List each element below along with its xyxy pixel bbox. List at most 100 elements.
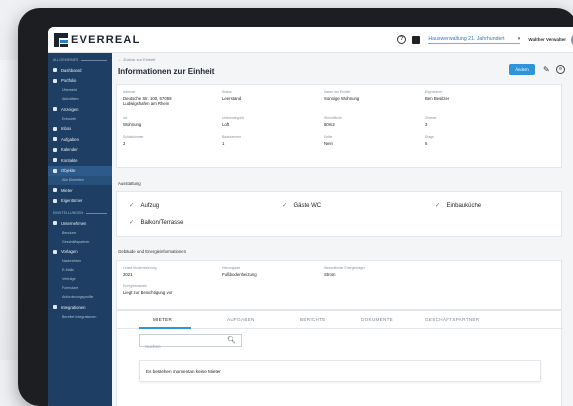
field-label: Name der Einheit <box>324 90 351 94</box>
everreal-logo[interactable]: EVERREAL <box>54 32 141 47</box>
owner-icon <box>53 198 57 203</box>
sidebar-item-aufgaben[interactable]: Aufgaben <box>48 134 112 145</box>
field-label: Heizungsart <box>222 266 241 270</box>
sidebar-subitem-emails[interactable]: E-Mails <box>48 266 112 275</box>
field-label: Keller <box>324 135 333 139</box>
field-label: Wesentlicher Energieträger <box>324 266 366 270</box>
chevron-down-icon: ▾ <box>517 35 521 42</box>
sidebar-section-general: ALLGEMEINES <box>48 53 112 65</box>
check-icon: ✓ <box>129 219 135 226</box>
sidebar-subitem-uebersicht[interactable]: Übersicht <box>48 86 112 95</box>
sidebar-item-kalender[interactable]: Kalender <box>48 145 112 156</box>
tab-aufgaben[interactable]: AUFGABEN <box>227 317 255 322</box>
field-value: Liegt zur Besichtigung vor <box>123 290 173 295</box>
building-card: Letzte Modernisierung 2021 Heizungsart F… <box>116 260 562 310</box>
field-label: Schlafzimmer <box>123 135 144 139</box>
field-value: Ben Besitzer <box>425 96 450 101</box>
sidebar-subitem-alle-einheiten[interactable]: Alle Einheiten <box>48 176 112 185</box>
sidebar-subitem-nachrichten[interactable]: Nachrichten <box>48 257 112 266</box>
search-icon[interactable]: 🔍︎ <box>227 336 236 344</box>
sidebar-item-unternehmen[interactable]: Unternehmen <box>48 218 112 229</box>
main-content: ← Zurück zur Einheit Informationen zur E… <box>112 53 573 406</box>
tab-bar: MIETER AUFGABEN BERICHTE DOKUMENTE GESCH… <box>117 311 563 329</box>
sidebar-item-eigentuemer[interactable]: Eigentümer <box>48 196 112 207</box>
field-value: Leerstand <box>222 96 242 101</box>
field-value: Nein <box>324 141 333 146</box>
logo-text: EVERREAL <box>71 33 141 46</box>
amenities-card: ✓ Aufzug ✓ Gäste WC ✓ Einbauküche ✓ Balkon/T… <box>116 191 562 237</box>
user-name[interactable]: Walther Verwalter <box>528 37 566 42</box>
tenant-icon <box>53 188 57 193</box>
field-value: 2021 <box>123 272 133 277</box>
megaphone-icon <box>53 107 57 112</box>
building-title: Gebäude und Energieinformationen <box>118 249 187 254</box>
unit-info-card: Adresse Deutsche Str. 100, 67059 Ludwigs… <box>116 84 562 168</box>
update-button[interactable]: Ändern <box>509 64 535 75</box>
edit-icon[interactable]: ✎ <box>543 65 550 74</box>
pencil-icon <box>53 249 57 254</box>
check-icon: ✓ <box>435 202 441 209</box>
sidebar-subitem-benutzer[interactable]: Benutzer <box>48 229 112 238</box>
chat-icon[interactable] <box>412 35 421 44</box>
help-icon[interactable]: ? <box>397 35 407 44</box>
back-link[interactable]: ← Zurück zur Einheit <box>118 57 155 62</box>
field-label: Wohnfläche <box>324 116 342 120</box>
integrations-icon <box>53 305 57 310</box>
empty-state: Es bestehen momentan keine Mieter <box>139 360 541 382</box>
field-value: 1 <box>222 141 225 146</box>
check-icon: ✓ <box>129 202 135 209</box>
portfolio-select-value: Hauswerwaltung 21. Jahrhundert <box>428 35 505 42</box>
sidebar-subitem-aktivitaeten[interactable]: Aktivitäten <box>48 95 112 104</box>
sidebar-item-anzeigen[interactable]: Anzeigen <box>48 104 112 115</box>
page-title: Informationen zur Einheit <box>118 67 215 76</box>
tab-mieter[interactable]: MIETER <box>153 317 172 322</box>
tab-berichte[interactable]: BERICHTE <box>300 317 326 322</box>
field-value: Strom <box>324 272 336 277</box>
empty-state-text: Es bestehen momentan keine Mieter <box>146 369 221 374</box>
field-value: 2 <box>123 141 126 146</box>
sidebar-subitem-vertraege[interactable]: Verträge <box>48 275 112 284</box>
sidebar-item-inbox[interactable]: Inbox <box>48 124 112 135</box>
amenity-item: ✓ Aufzug <box>129 202 160 209</box>
search-input[interactable] <box>140 341 224 352</box>
sidebar-item-vorlagen[interactable]: Vorlagen <box>48 247 112 258</box>
sidebar-item-kontakte[interactable]: Kontakte <box>48 155 112 166</box>
field-label: Zimmer <box>425 116 437 120</box>
field-label: Energieausweis <box>123 284 147 288</box>
tab-dokumente[interactable]: DOKUMENTE <box>361 317 393 322</box>
field-value: Sonnige Wohnung <box>324 96 360 101</box>
field-label: Letzte Modernisierung <box>123 266 157 270</box>
field-label: Badezimmer <box>222 135 242 139</box>
amenity-item: ✓ Gäste WC <box>282 202 322 209</box>
portfolio-icon <box>53 78 57 83</box>
settings-icon[interactable]: ⚙ <box>556 65 565 74</box>
sidebar-item-dashboard[interactable]: Dashboard <box>48 65 112 76</box>
tabs-card: MIETER AUFGABEN BERICHTE DOKUMENTE GESCH… <box>116 310 563 406</box>
sidebar-subitem-integrationen[interactable]: Bereitet Integrationen <box>48 313 112 322</box>
portfolio-select[interactable]: Hauswerwaltung 21. Jahrhundert ▾ <box>428 35 521 44</box>
field-label: Adresse <box>123 90 136 94</box>
sidebar-subitem-geschaeftspartner[interactable]: Geschäftspartner <box>48 238 112 247</box>
sidebar-item-portfolio[interactable]: Portfolio <box>48 76 112 87</box>
calendar-icon <box>53 147 57 152</box>
tab-geschaeftspartner[interactable]: GESCHÄFTSPARTNER <box>425 317 479 322</box>
search-field[interactable]: 🔍︎ <box>139 334 242 352</box>
check-icon: ✓ <box>282 202 288 209</box>
field-label: Unterkategorie <box>222 116 245 120</box>
sidebar-subitem-formulare[interactable]: Formulare <box>48 284 112 293</box>
amenity-item: ✓ Einbauküche <box>435 202 482 209</box>
logo-mark-icon <box>54 32 68 47</box>
field-label: Eigentümer <box>425 90 443 94</box>
sidebar-item-objekte[interactable]: Objekte <box>48 165 112 176</box>
sidebar-item-mieter[interactable]: Mieter <box>48 185 112 196</box>
field-value: 5 <box>425 141 428 146</box>
field-value: 80m2 <box>324 122 335 127</box>
objects-icon <box>53 168 57 173</box>
amenity-item: ✓ Balkon/Terrasse <box>129 219 184 226</box>
sidebar-item-integrationen[interactable]: Integrationen <box>48 302 112 313</box>
sidebar: ALLGEMEINES Dashboard Portfolio Übersich… <box>48 53 112 406</box>
sidebar-subitem-entwuerfe[interactable]: Entwürfe <box>48 115 112 124</box>
sidebar-subitem-anforderungsprofile[interactable]: Anforderungsprofile <box>48 293 112 302</box>
contacts-icon <box>53 158 57 163</box>
amenities-title: Ausstattung <box>118 181 141 186</box>
